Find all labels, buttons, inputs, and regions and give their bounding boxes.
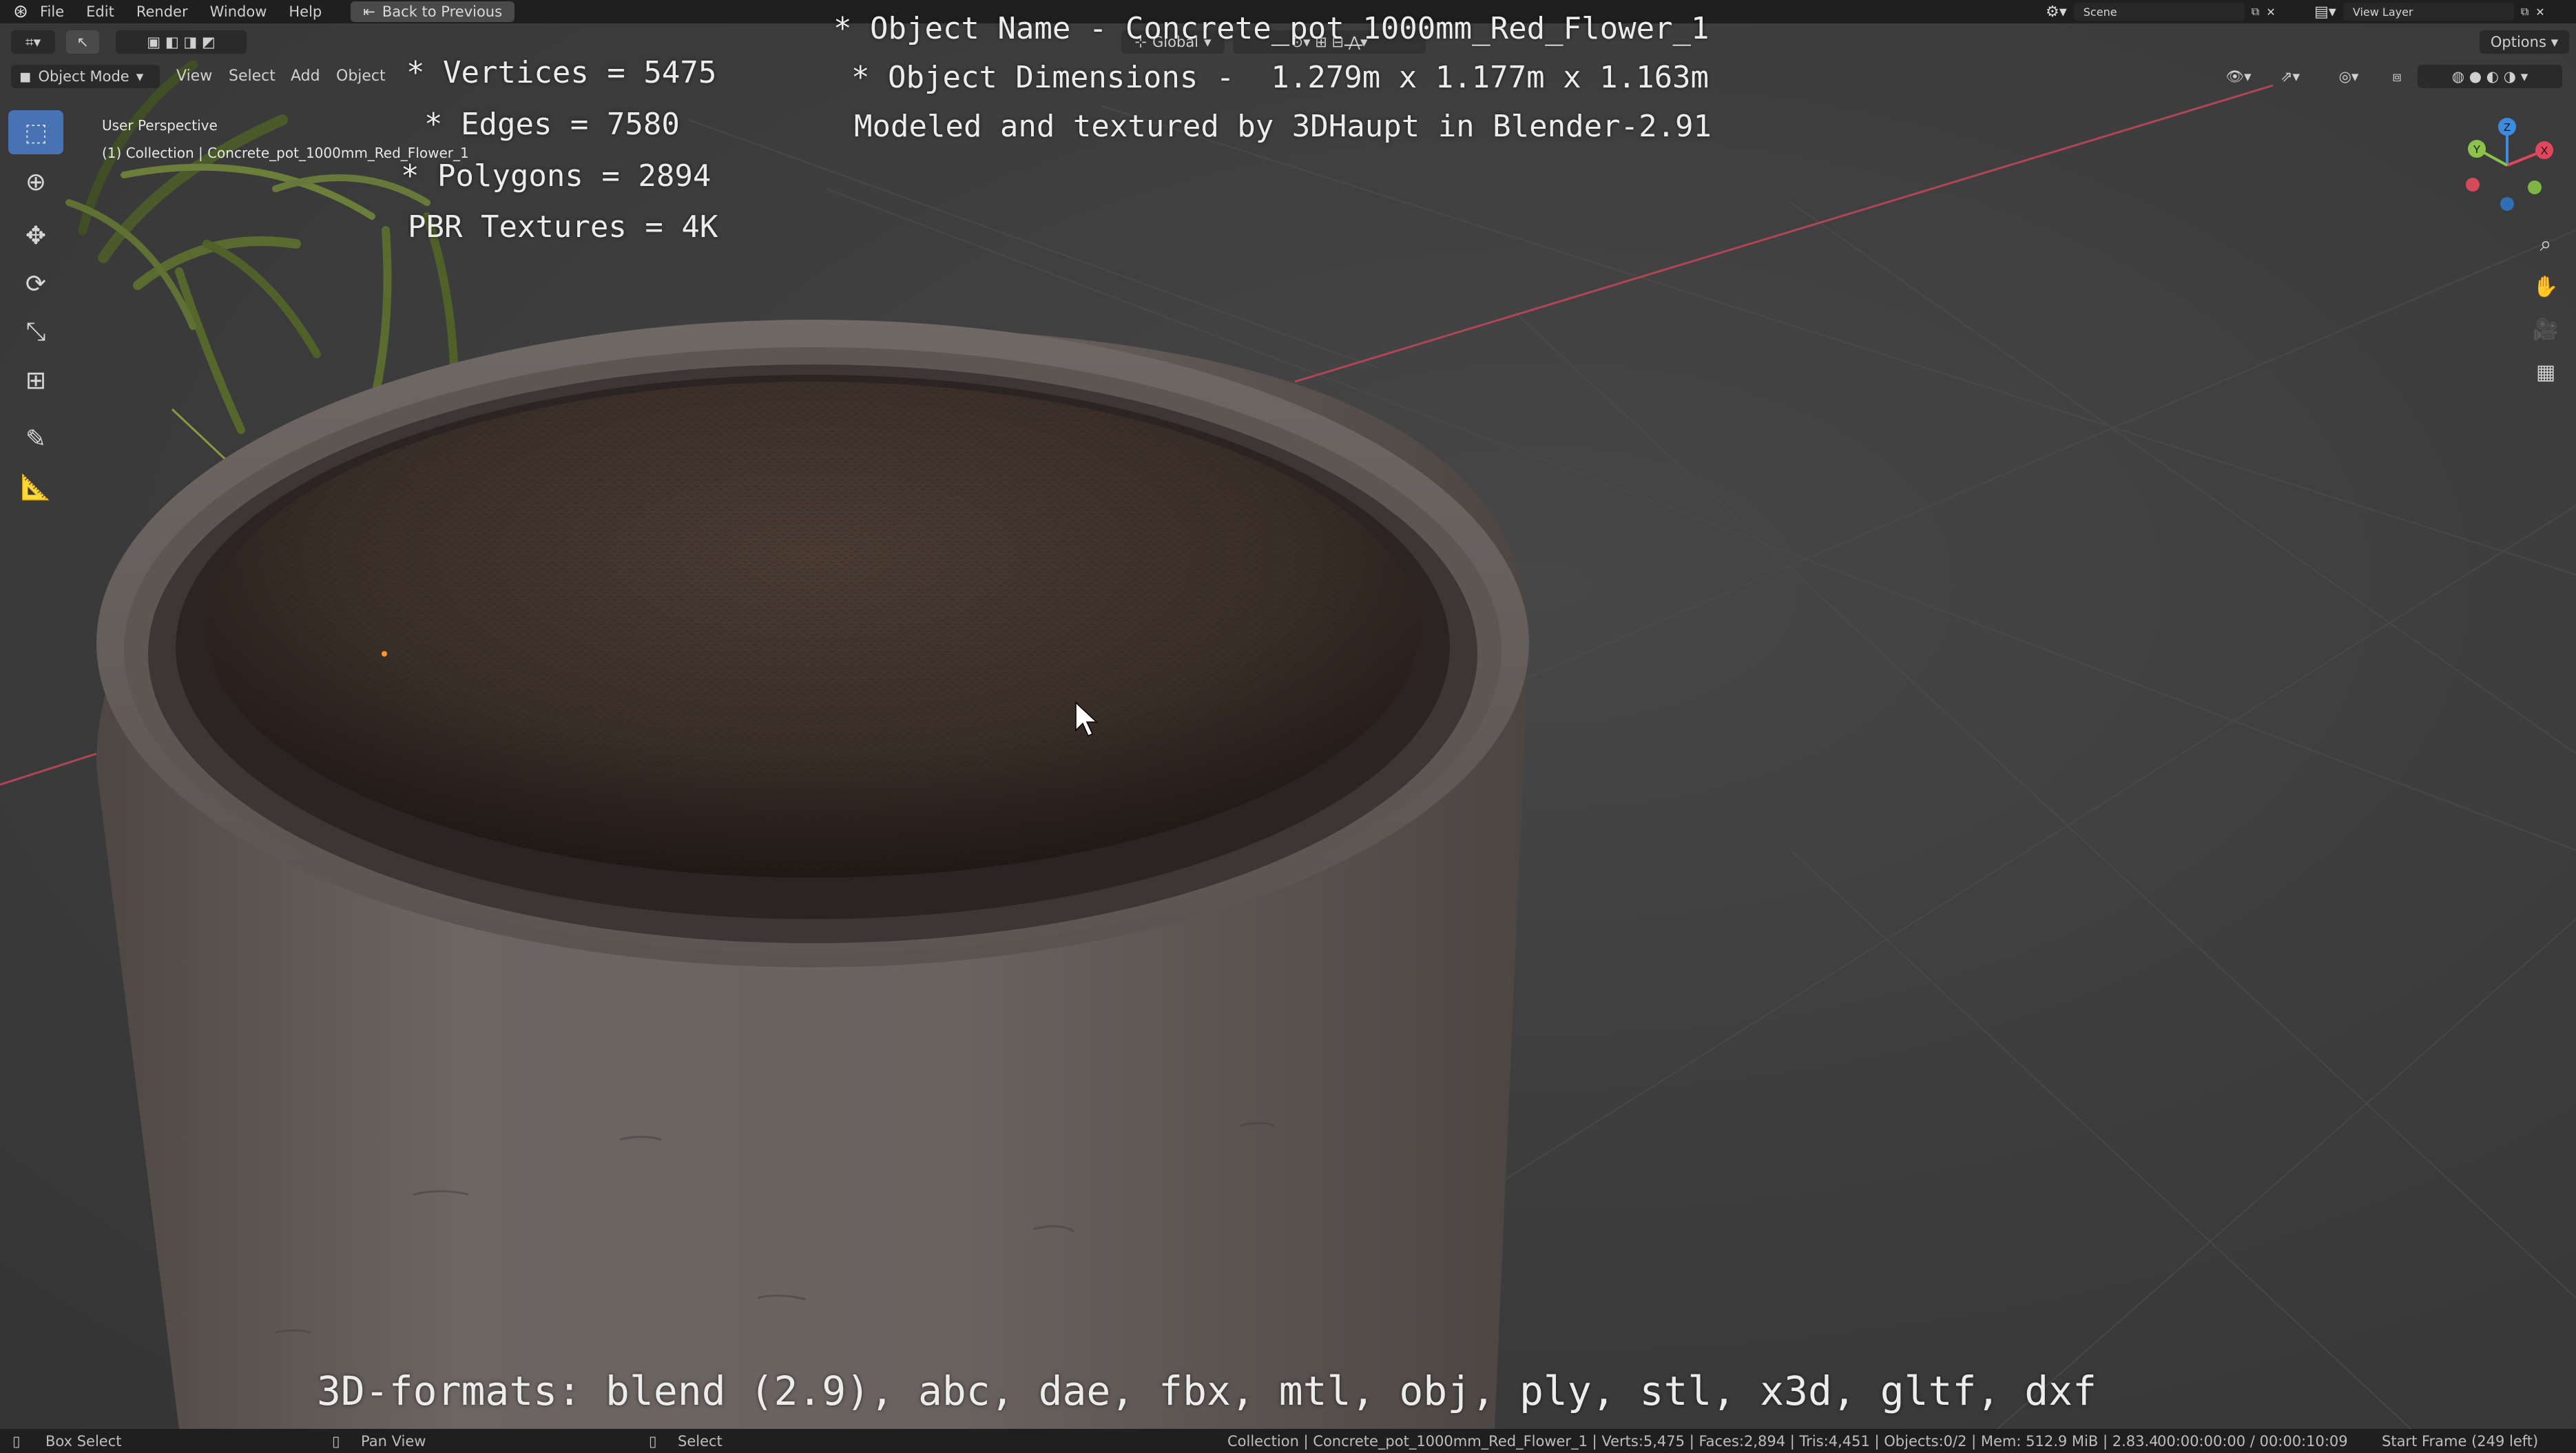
- gizmo-z-label: Z: [2504, 122, 2511, 134]
- concrete-pot: [96, 320, 1529, 1429]
- select-menu[interactable]: Select: [229, 68, 276, 85]
- perspective-label: User Perspective: [102, 117, 218, 134]
- rotate-icon[interactable]: ⟳: [8, 262, 63, 306]
- add-menu[interactable]: Add: [291, 68, 320, 85]
- select-mode-buttons[interactable]: ▣ ◧ ◨ ◩: [116, 30, 247, 54]
- xray-icon[interactable]: ⧈: [2383, 65, 2411, 88]
- mouse-left-icon: ▯: [12, 1433, 21, 1450]
- gizmo-x-label: X: [2541, 145, 2548, 157]
- select-tool-icon[interactable]: ↖: [66, 30, 99, 54]
- view-layer-label: View Layer: [2352, 5, 2413, 19]
- back-to-previous-button[interactable]: ⇤ Back to Previous: [351, 1, 515, 22]
- formats-text: 3D-formats: blend (2.9), abc, dae, fbx, …: [317, 1368, 2097, 1414]
- object-mode-icon: ◼: [19, 68, 32, 85]
- new-view-layer-icon[interactable]: ⧉: [2521, 5, 2528, 19]
- options-label: Options: [2490, 34, 2546, 50]
- delete-view-layer-icon[interactable]: ✕: [2535, 6, 2544, 19]
- object-menu[interactable]: Object: [336, 68, 386, 85]
- options-dropdown[interactable]: Options ▾: [2480, 30, 2569, 54]
- menu-window[interactable]: Window: [203, 3, 282, 20]
- grid-icon[interactable]: ▦: [2526, 353, 2565, 391]
- hand-icon[interactable]: ✋: [2526, 267, 2565, 306]
- viewport-scene: [0, 60, 2576, 1429]
- select-box-icon[interactable]: ⬚: [8, 110, 63, 154]
- view-layer-icon: ▤▾: [2314, 3, 2336, 21]
- camera-icon[interactable]: 🎥: [2526, 310, 2565, 349]
- polygons-text: * Polygons = 2894: [401, 158, 711, 194]
- object-mode-label: Object Mode: [38, 68, 129, 85]
- box-select-hint: Box Select: [45, 1433, 122, 1450]
- visibility-icon[interactable]: 👁▾: [2211, 65, 2266, 88]
- view-menu[interactable]: View: [176, 68, 212, 85]
- status-bar: ▯ Box Select ▯ Pan View ▯ Select Collect…: [0, 1429, 2576, 1453]
- cursor-icon[interactable]: ⊕: [8, 160, 63, 204]
- chevron-down-icon: ▾: [136, 68, 144, 85]
- vertices-text: * Vertices = 5475: [406, 55, 717, 90]
- edges-text: * Edges = 7580: [424, 107, 680, 142]
- menu-file[interactable]: File: [33, 3, 79, 20]
- mouse-right-icon: ▯: [649, 1433, 657, 1450]
- pan-view-hint: Pan View: [361, 1433, 426, 1450]
- menu-edit[interactable]: Edit: [79, 3, 129, 20]
- back-label: Back to Previous: [382, 3, 503, 20]
- object-name-text: * Object Name - Concrete_pot_1000mm_Red_…: [833, 11, 1710, 46]
- delete-scene-icon[interactable]: ✕: [2266, 6, 2275, 19]
- measure-icon[interactable]: 📐: [8, 465, 63, 509]
- editor-type-button[interactable]: ⌗▾: [11, 30, 55, 54]
- 3d-viewport[interactable]: [0, 23, 2576, 1429]
- textures-text: PBR Textures = 4K: [408, 209, 718, 245]
- object-origin: [382, 651, 387, 657]
- credit-text: Modeled and textured by 3DHaupt in Blend…: [854, 109, 1712, 144]
- scene-label: Scene: [2083, 5, 2117, 19]
- transform-icon[interactable]: ⊞: [8, 358, 63, 402]
- scene-icon: ⚙▾: [2046, 3, 2067, 21]
- start-frame: Start Frame (249 left): [2382, 1433, 2539, 1450]
- mouse-middle-icon: ▯: [332, 1433, 340, 1450]
- select-hint: Select: [678, 1433, 723, 1450]
- scene-selector[interactable]: ⚙▾ Scene ⧉ ✕: [2046, 1, 2276, 22]
- timecode: 00:00:00:00 / 00:00:10:09: [2157, 1433, 2348, 1450]
- menu-help[interactable]: Help: [282, 3, 337, 20]
- annotate-icon[interactable]: ✎: [8, 417, 63, 461]
- new-scene-icon[interactable]: ⧉: [2252, 5, 2259, 19]
- scene-stats: Collection | Concrete_pot_1000mm_Red_Flo…: [1227, 1433, 2159, 1450]
- zoom-icon[interactable]: ⌕: [2526, 225, 2565, 263]
- scale-icon[interactable]: ⤡: [8, 310, 63, 354]
- gizmo-toggle-icon[interactable]: ⇗▾: [2266, 65, 2314, 88]
- move-icon[interactable]: ✥: [8, 214, 63, 258]
- blender-logo-icon[interactable]: ⊛: [8, 0, 33, 23]
- gizmo-y-label: Y: [2473, 144, 2481, 156]
- navigation-gizmo[interactable]: Z X Y: [2452, 110, 2562, 220]
- shading-mode-buttons[interactable]: ◍ ● ◐ ◑ ▾: [2418, 65, 2562, 88]
- overlays-icon[interactable]: ◎▾: [2321, 65, 2376, 88]
- dimensions-text: * Object Dimensions - 1.279m x 1.177m x …: [851, 60, 1710, 95]
- object-mode-dropdown[interactable]: ◼ Object Mode ▾: [11, 65, 160, 88]
- view-layer-selector[interactable]: ▤▾ View Layer ⧉ ✕: [2314, 1, 2545, 22]
- back-icon: ⇤: [363, 3, 375, 20]
- menu-render[interactable]: Render: [129, 3, 203, 20]
